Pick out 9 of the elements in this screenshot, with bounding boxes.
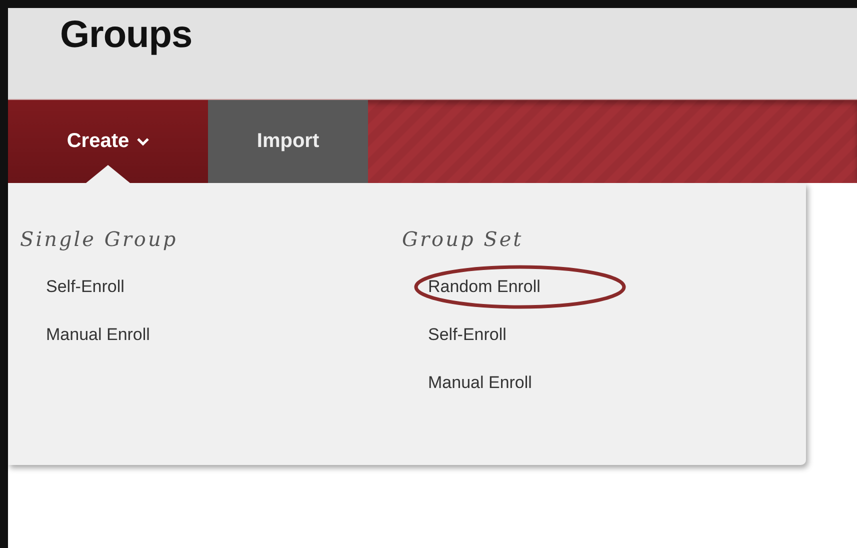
tab[interactable]: Import	[208, 100, 368, 183]
menu-heading: Single Group	[20, 227, 178, 251]
page-title: Groups	[60, 14, 192, 57]
menu-item[interactable]: Self-Enroll	[428, 323, 506, 347]
menu-item[interactable]: Manual Enroll	[428, 371, 532, 395]
tab[interactable]: Create	[8, 100, 208, 183]
menu-item[interactable]: Self-Enroll	[46, 275, 124, 299]
menu-heading: Group Set	[402, 227, 524, 251]
menu-item[interactable]: Manual Enroll	[46, 323, 150, 347]
